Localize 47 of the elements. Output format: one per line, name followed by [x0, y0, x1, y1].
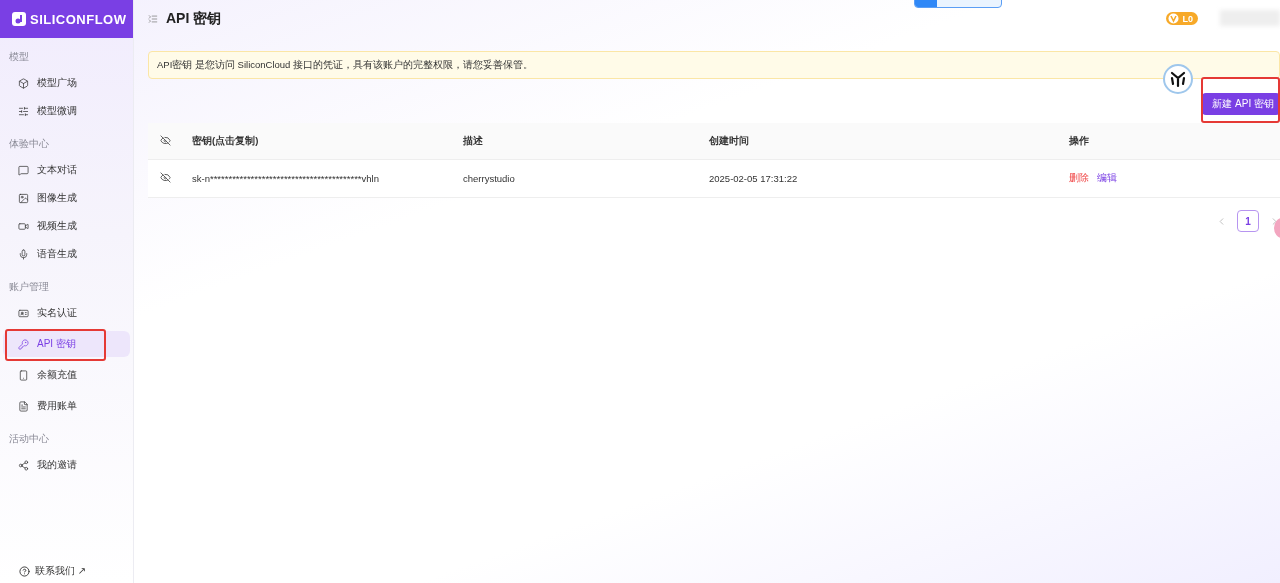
column-header: 创建时间	[709, 134, 750, 148]
page-title: API 密钥	[166, 10, 222, 28]
sidebar-group-title: 体验中心	[8, 137, 50, 151]
table-cell-text: 2025-02-05 17:31:22	[709, 173, 799, 184]
chat-icon	[18, 164, 29, 176]
sidebar-item[interactable]: 文本对话	[3, 157, 130, 183]
eye-off-icon[interactable]	[160, 134, 171, 146]
notice-banner: API密钥 是您访问 SiliconCloud 接口的凭证，具有该账户的完整权限，请您妥善保管。	[148, 51, 1280, 79]
sidebar-item[interactable]: 实名认证	[3, 300, 130, 326]
edit-link[interactable]: 编辑	[1097, 172, 1117, 183]
sidebar-item[interactable]: 模型微调	[3, 98, 130, 124]
key-icon	[18, 338, 29, 350]
sidebar-group-title: 账户管理	[8, 280, 50, 294]
share-icon	[18, 459, 29, 471]
menu-icon[interactable]	[148, 14, 158, 24]
brand-name: SILICONFLOW	[30, 11, 127, 27]
page-button[interactable]: 1	[1237, 210, 1259, 232]
column-header: 操作	[1069, 134, 1090, 148]
v-icon	[1168, 13, 1180, 24]
video-icon	[18, 220, 29, 232]
phone-icon	[18, 369, 29, 381]
sidebar-item[interactable]: 视频生成	[3, 213, 130, 239]
sidebar-item[interactable]: 图像生成	[3, 185, 130, 211]
column-header: 描述	[463, 134, 484, 148]
sidebar-item[interactable]: 余额充值	[3, 362, 130, 388]
key-cell[interactable]: sk-n*****************************************vhln	[192, 173, 463, 184]
sidebar-item[interactable]: 费用账单	[3, 393, 130, 419]
document-icon	[18, 400, 29, 412]
delete-link[interactable]: 删除	[1069, 172, 1089, 183]
sidebar-group-title: 活动中心	[8, 432, 50, 446]
eye-off-icon[interactable]	[160, 172, 171, 183]
new-key-button[interactable]: 新建 API 密钥	[1202, 93, 1280, 115]
sidebar-group-title: 模型	[8, 50, 30, 64]
mic-icon	[18, 248, 29, 260]
contact-link[interactable]: 联系我们 ↗	[35, 564, 87, 578]
sliders-icon	[18, 105, 29, 117]
image-icon	[18, 192, 29, 204]
table-cell-text: cherrystudio	[463, 173, 516, 184]
column-header: 密钥(点击复制)	[192, 134, 260, 148]
box-icon	[18, 77, 29, 89]
level-badge: L0	[1166, 12, 1198, 25]
help-icon	[19, 565, 30, 577]
sidebar-item[interactable]: 语音生成	[3, 241, 130, 267]
sidebar-item[interactable]: 我的邀请	[3, 452, 130, 478]
logo-icon	[12, 12, 26, 26]
sidebar-item[interactable]: 模型广场	[3, 70, 130, 96]
id-card-icon	[18, 307, 29, 319]
